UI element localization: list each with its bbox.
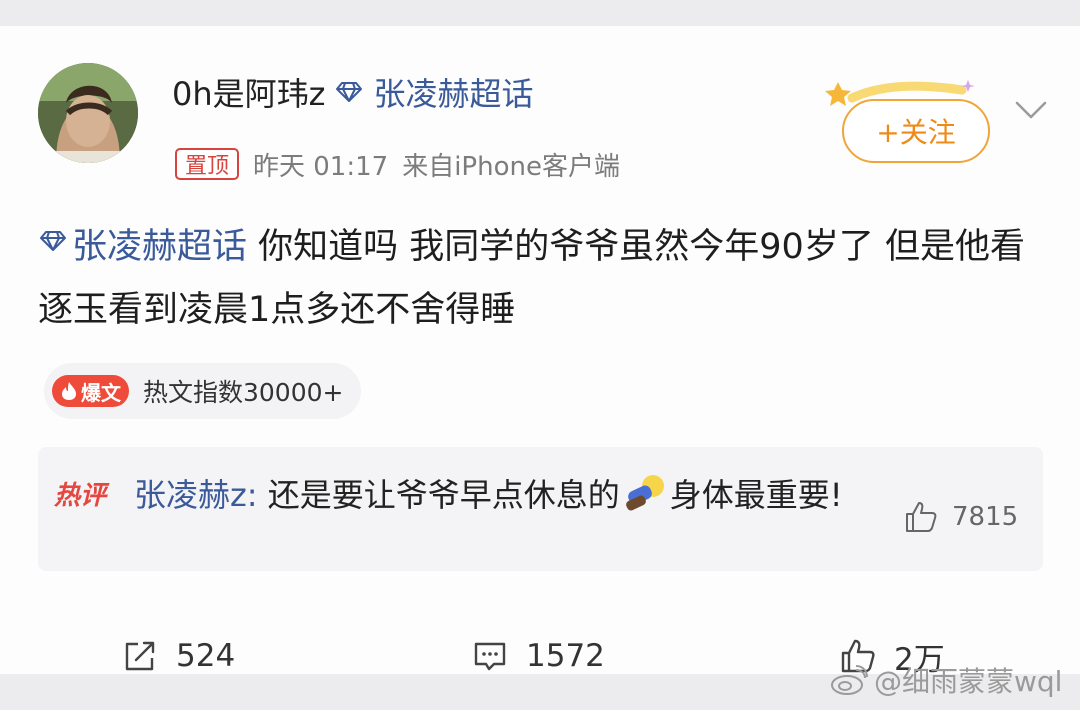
- post-source: 来自iPhone客户端: [402, 151, 620, 182]
- comment-button[interactable]: 1572: [472, 634, 605, 678]
- repost-button[interactable]: 524: [122, 634, 235, 678]
- avatar[interactable]: [38, 63, 138, 163]
- diamond-icon: [40, 231, 66, 251]
- post-time: 昨天 01:17: [253, 151, 389, 182]
- chevron-down-icon[interactable]: [1014, 98, 1048, 122]
- comment-like-button[interactable]: 7815: [904, 497, 1018, 537]
- sleeping-person-emoji-icon: [625, 475, 664, 511]
- repost-count: 524: [176, 638, 236, 674]
- comment-like-count: 7815: [952, 502, 1019, 532]
- watermark-text: @细雨蒙蒙wql: [874, 665, 1063, 698]
- post-header: 0h是阿玮z 张凌赫超话: [172, 69, 533, 115]
- comment-count: 1572: [526, 638, 605, 674]
- comment-text-part2: 身体最重要!: [669, 476, 843, 514]
- hot-post-badge[interactable]: 爆文 热文指数30000+: [44, 363, 362, 419]
- comment-icon: [474, 642, 506, 671]
- pinned-badge: 置顶: [175, 148, 239, 180]
- hot-comment[interactable]: 热评 张凌赫z: 还是要让爷爷早点休息的 身体最重要! 7815: [38, 447, 1043, 571]
- weibo-logo-icon: [831, 665, 868, 695]
- post-meta: 置顶 昨天 01:17 来自iPhone客户端: [175, 146, 620, 182]
- top-separator: [0, 0, 1080, 26]
- flame-icon: [62, 382, 76, 400]
- follow-button[interactable]: +关注: [842, 99, 990, 163]
- explode-tag: 爆文: [52, 375, 129, 407]
- username[interactable]: 0h是阿玮z: [172, 69, 325, 115]
- supertopic-link[interactable]: 张凌赫超话: [373, 69, 533, 115]
- hot-comment-body: 张凌赫z: 还是要让爷爷早点休息的 身体最重要!: [134, 469, 874, 521]
- hot-index-text: 热文指数30000+: [143, 378, 344, 407]
- topic-link[interactable]: 张凌赫超话: [72, 227, 247, 267]
- weibo-post-card: 0h是阿玮z 张凌赫超话 置顶 昨天 01:17 来自iPhone客户端 +关注…: [0, 26, 1080, 678]
- comment-text-part1: 还是要让爷爷早点休息的: [267, 476, 620, 514]
- watermark: @细雨蒙蒙wql: [830, 660, 1062, 700]
- repost-icon: [125, 641, 155, 671]
- hot-comment-tag: 热评: [54, 481, 107, 511]
- commenter-name[interactable]: 张凌赫z:: [134, 476, 258, 514]
- explode-tag-label: 爆文: [81, 380, 121, 405]
- thumbs-up-icon: [906, 502, 937, 532]
- post-text: 张凌赫超话 你知道吗 我同学的爷爷虽然今年90岁了 但是他看逐玉看到凌晨1点多还…: [38, 216, 1043, 342]
- diamond-icon: [336, 82, 363, 102]
